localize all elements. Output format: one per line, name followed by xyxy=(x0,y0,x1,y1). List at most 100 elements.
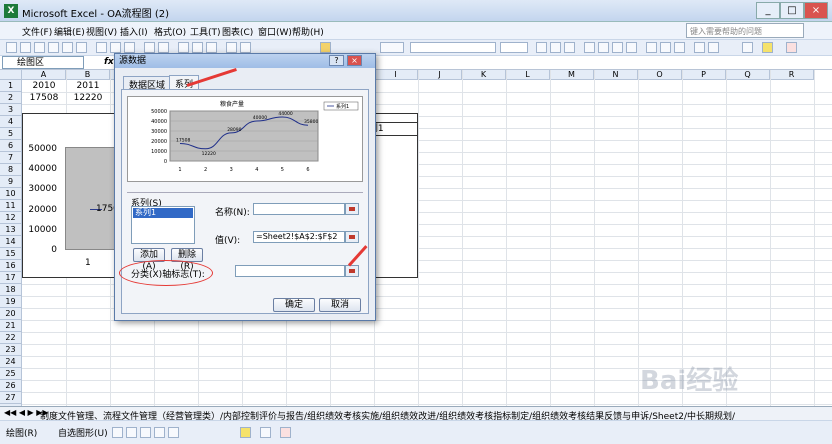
menu-window[interactable]: 窗口(W) xyxy=(258,25,292,38)
line-icon[interactable] xyxy=(112,427,123,438)
print-icon[interactable] xyxy=(48,42,59,53)
increase-indent-icon[interactable] xyxy=(708,42,719,53)
column-header-q[interactable]: Q xyxy=(726,70,770,80)
arrow-icon[interactable] xyxy=(126,427,137,438)
menu-file[interactable]: 文件(F) xyxy=(22,25,52,38)
textbox-icon[interactable] xyxy=(168,427,179,438)
row-header-14[interactable]: 14 xyxy=(0,236,22,248)
column-header-j[interactable]: J xyxy=(418,70,462,80)
autoshape-menu-button[interactable]: 自选图形(U) xyxy=(58,426,108,439)
rectangle-icon[interactable] xyxy=(140,427,151,438)
fx-icon[interactable]: fx xyxy=(104,57,114,67)
underline-icon[interactable] xyxy=(564,42,575,53)
menu-edit[interactable]: 编辑(E) xyxy=(54,25,85,38)
menu-tools[interactable]: 工具(T) xyxy=(190,25,221,38)
font-name-dropdown[interactable] xyxy=(410,42,496,53)
row-header-7[interactable]: 7 xyxy=(0,152,22,164)
draw-menu-button[interactable]: 绘图(R) xyxy=(6,426,37,439)
cell-b1[interactable]: 2011 xyxy=(66,81,110,91)
column-header-b[interactable]: B xyxy=(66,70,110,80)
minimize-button[interactable]: _ xyxy=(756,2,780,19)
column-header-a[interactable]: A xyxy=(22,70,66,80)
sum-icon[interactable] xyxy=(178,42,189,53)
row-header-21[interactable]: 21 xyxy=(0,320,22,332)
select-all-corner[interactable] xyxy=(0,70,22,80)
column-header-m[interactable]: M xyxy=(550,70,594,80)
row-header-25[interactable]: 25 xyxy=(0,368,22,380)
row-header-1[interactable]: 1 xyxy=(0,80,22,92)
menu-chart[interactable]: 图表(C) xyxy=(222,25,253,38)
value-range-picker-icon[interactable] xyxy=(345,231,359,243)
italic-icon[interactable] xyxy=(550,42,561,53)
column-header-r[interactable]: R xyxy=(770,70,814,80)
category-range-picker-icon[interactable] xyxy=(345,265,359,277)
column-header-i[interactable]: I xyxy=(374,70,418,80)
menu-insert[interactable]: 插入(I) xyxy=(120,25,148,38)
cell-a2[interactable]: 17508 xyxy=(22,93,66,103)
column-header-l[interactable]: L xyxy=(506,70,550,80)
dialog-close-button[interactable]: × xyxy=(347,55,362,66)
menu-format[interactable]: 格式(O) xyxy=(154,25,186,38)
row-header-20[interactable]: 20 xyxy=(0,308,22,320)
row-header-15[interactable]: 15 xyxy=(0,248,22,260)
align-right-icon[interactable] xyxy=(612,42,623,53)
row-header-23[interactable]: 23 xyxy=(0,344,22,356)
percent-icon[interactable] xyxy=(660,42,671,53)
align-left-icon[interactable] xyxy=(584,42,595,53)
row-header-3[interactable]: 3 xyxy=(0,104,22,116)
column-header-k[interactable]: K xyxy=(462,70,506,80)
sort-asc-icon[interactable] xyxy=(192,42,203,53)
row-header-24[interactable]: 24 xyxy=(0,356,22,368)
align-center-icon[interactable] xyxy=(598,42,609,53)
save-icon[interactable] xyxy=(34,42,45,53)
merge-center-icon[interactable] xyxy=(626,42,637,53)
close-button[interactable]: × xyxy=(804,2,828,19)
menu-view[interactable]: 视图(V) xyxy=(86,25,117,38)
row-header-5[interactable]: 5 xyxy=(0,128,22,140)
currency-icon[interactable] xyxy=(646,42,657,53)
maximize-button[interactable]: □ xyxy=(780,2,804,19)
chart-wizard-icon[interactable] xyxy=(226,42,237,53)
dialog-help-button[interactable]: ? xyxy=(329,55,344,66)
name-input[interactable] xyxy=(253,203,345,215)
name-box[interactable]: 绘图区 xyxy=(2,56,84,69)
row-header-17[interactable]: 17 xyxy=(0,272,22,284)
font-size-dropdown[interactable] xyxy=(500,42,528,53)
row-header-16[interactable]: 16 xyxy=(0,260,22,272)
fill-color-icon[interactable] xyxy=(762,42,773,53)
decrease-indent-icon[interactable] xyxy=(694,42,705,53)
copy-icon[interactable] xyxy=(110,42,121,53)
category-axis-input[interactable] xyxy=(235,265,345,277)
name-range-picker-icon[interactable] xyxy=(345,203,359,215)
series-list-item[interactable]: 系列1 xyxy=(133,208,193,218)
row-header-4[interactable]: 4 xyxy=(0,116,22,128)
open-icon[interactable] xyxy=(20,42,31,53)
series-listbox[interactable]: 系列1 xyxy=(131,206,195,244)
chart-type-icon[interactable] xyxy=(320,42,331,53)
row-header-6[interactable]: 6 xyxy=(0,140,22,152)
cut-icon[interactable] xyxy=(96,42,107,53)
cell-a1[interactable]: 2010 xyxy=(22,81,66,91)
sort-desc-icon[interactable] xyxy=(206,42,217,53)
menu-help[interactable]: 帮助(H) xyxy=(292,25,324,38)
column-header-p[interactable]: P xyxy=(682,70,726,80)
row-header-2[interactable]: 2 xyxy=(0,92,22,104)
bold-icon[interactable] xyxy=(536,42,547,53)
row-header-10[interactable]: 10 xyxy=(0,188,22,200)
redo-icon[interactable] xyxy=(158,42,169,53)
value-input[interactable]: =Sheet2!$A$2:$F$2 xyxy=(253,231,345,243)
fill-icon[interactable] xyxy=(240,427,251,438)
row-header-9[interactable]: 9 xyxy=(0,176,22,188)
oval-icon[interactable] xyxy=(154,427,165,438)
row-header-12[interactable]: 12 xyxy=(0,212,22,224)
preview-icon[interactable] xyxy=(62,42,73,53)
draw-font-color-icon[interactable] xyxy=(280,427,291,438)
help-search-input[interactable]: 键入需要帮助的问题 xyxy=(686,23,804,38)
row-header-18[interactable]: 18 xyxy=(0,284,22,296)
undo-icon[interactable] xyxy=(144,42,155,53)
tab-data-range[interactable]: 数据区域 xyxy=(123,76,172,91)
row-header-22[interactable]: 22 xyxy=(0,332,22,344)
drawing-icon[interactable] xyxy=(240,42,251,53)
row-header-27[interactable]: 27 xyxy=(0,392,22,404)
row-header-8[interactable]: 8 xyxy=(0,164,22,176)
